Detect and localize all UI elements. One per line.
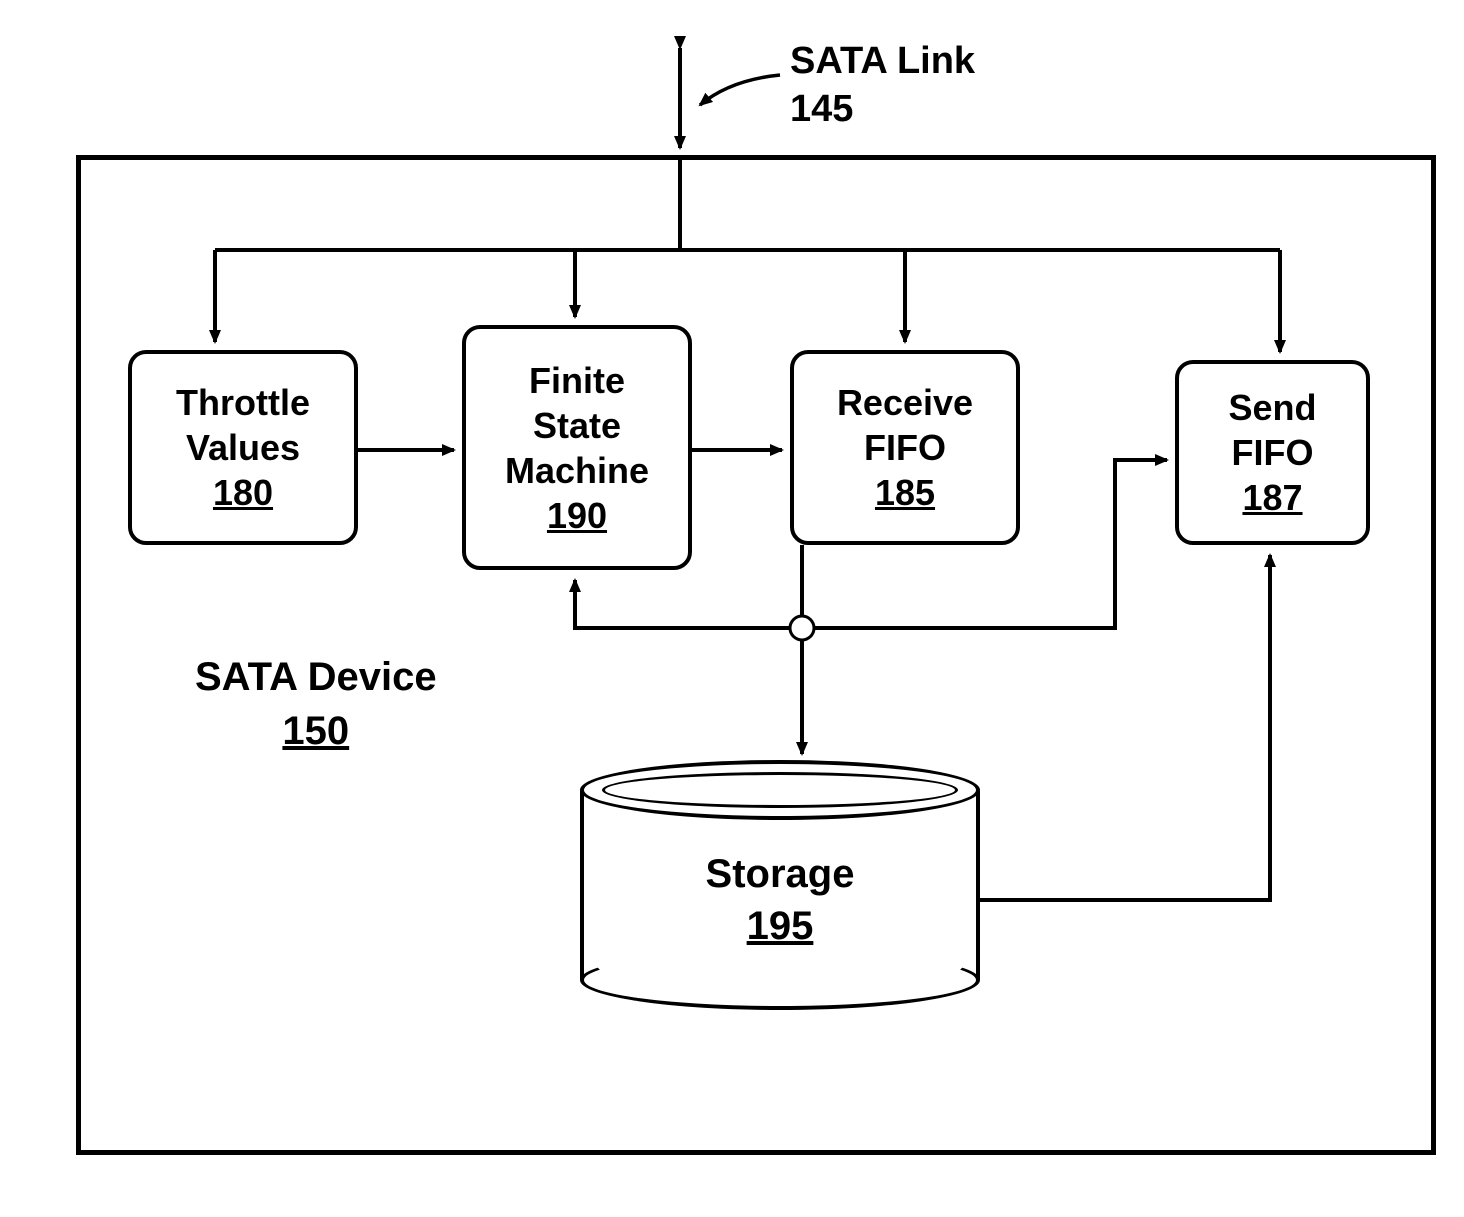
sfifo-l2: FIFO xyxy=(1232,430,1314,475)
block-finite-state-machine: Finite State Machine 190 xyxy=(462,325,692,570)
fsm-num: 190 xyxy=(547,493,607,538)
block-receive-fifo: Receive FIFO 185 xyxy=(790,350,1020,545)
diagram-canvas: SATA Link 145 Throttle Values 180 Finite… xyxy=(20,20,1464,1197)
block-send-fifo: Send FIFO 187 xyxy=(1175,360,1370,545)
fsm-l2: State xyxy=(533,403,621,448)
sata-link-title: SATA Link xyxy=(790,40,975,82)
storage-l1: Storage xyxy=(706,852,855,896)
rfifo-num: 185 xyxy=(875,470,935,515)
fsm-l3: Machine xyxy=(505,448,649,493)
fsm-l1: Finite xyxy=(529,358,625,403)
storage-bottom xyxy=(580,950,980,1010)
storage-label: Storage 195 xyxy=(580,848,980,952)
throttle-num: 180 xyxy=(213,470,273,515)
storage-top-inner xyxy=(602,772,958,808)
sata-link-num: 145 xyxy=(790,88,853,130)
block-throttle-values: Throttle Values 180 xyxy=(128,350,358,545)
sfifo-l1: Send xyxy=(1228,385,1316,430)
block-storage: Storage 195 xyxy=(580,760,980,1010)
throttle-l1: Throttle xyxy=(176,380,310,425)
sata-link-label: SATA Link 145 xyxy=(790,38,975,133)
throttle-l2: Values xyxy=(186,425,300,470)
callout-sata-link-pointer xyxy=(700,75,780,105)
sfifo-num: 187 xyxy=(1242,475,1302,520)
rfifo-l1: Receive xyxy=(837,380,973,425)
storage-num: 195 xyxy=(747,904,814,948)
device-num: 150 xyxy=(282,709,349,753)
sata-device-label: SATA Device 150 xyxy=(195,650,437,758)
device-title: SATA Device xyxy=(195,655,437,699)
rfifo-l2: FIFO xyxy=(864,425,946,470)
